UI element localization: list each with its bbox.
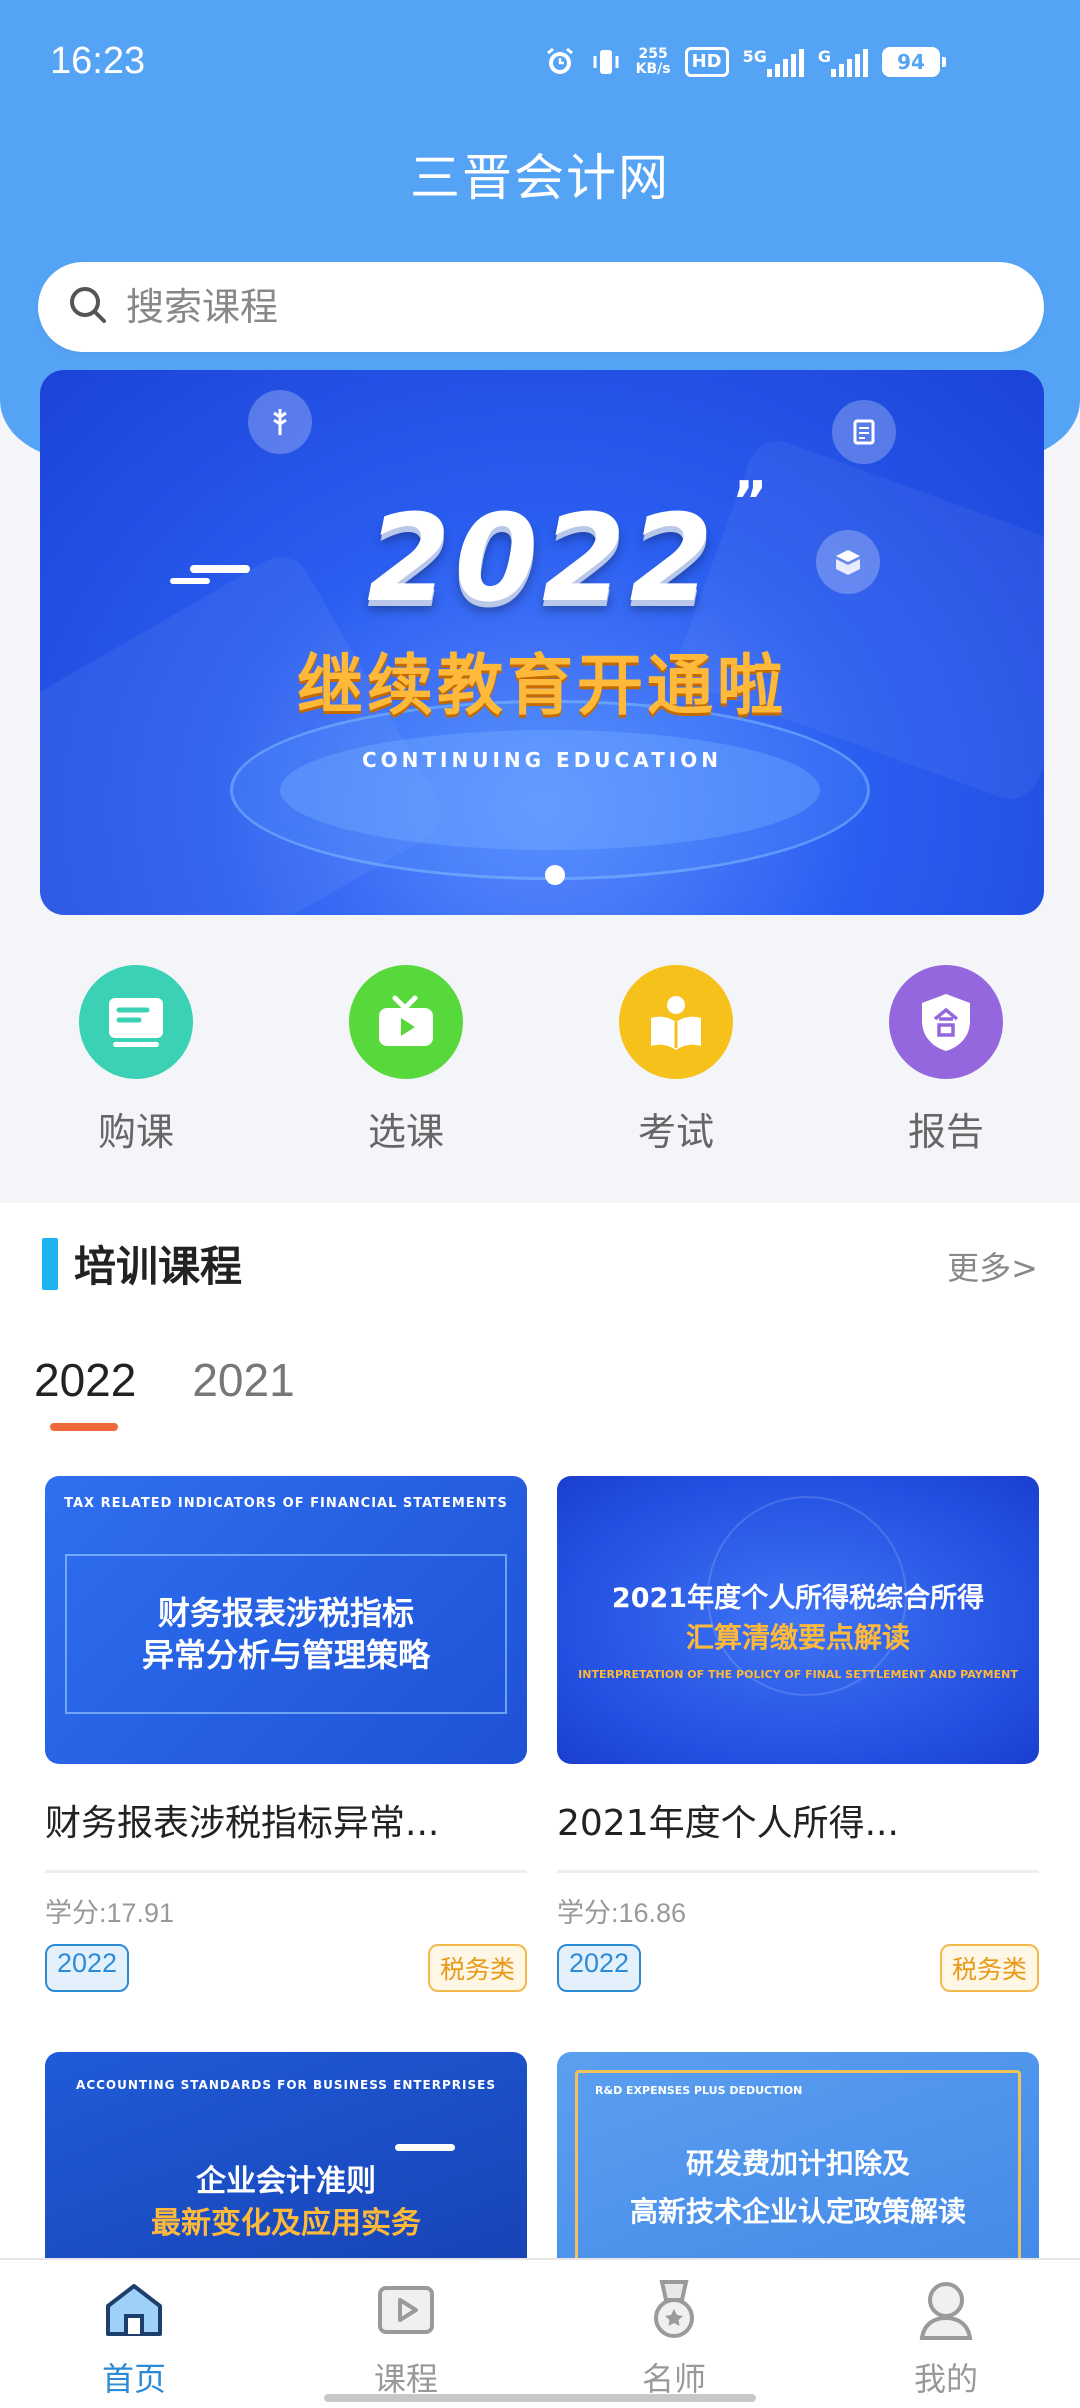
- reading-person-icon: [619, 965, 733, 1079]
- tab-teachers[interactable]: 名师: [604, 2278, 744, 2400]
- document-icon: [832, 400, 896, 464]
- category-tag: 税务类: [939, 1944, 1039, 1992]
- section-header: 培训课程: [42, 1233, 242, 1294]
- divider: [557, 1870, 1039, 1873]
- thumb-decoration: [395, 2144, 455, 2151]
- status-icons: 255 KB/s HD 5G G 94: [544, 40, 946, 84]
- banner-english: CONTINUING EDUCATION: [362, 748, 722, 772]
- course-tags: 2022 税务类: [45, 1944, 527, 1992]
- course-card[interactable]: TAX RELATED INDICATORS OF FINANCIAL STAT…: [45, 1476, 527, 1992]
- banner-year: 2022: [367, 490, 717, 629]
- section-accent-bar: [42, 1237, 58, 1290]
- banner-subtitle: 继续教育开通啦: [297, 647, 787, 724]
- thumb-heading: 异常分析与管理策略: [141, 1636, 430, 1674]
- shield-he-icon: [889, 965, 1003, 1079]
- thumb-heading: 财务报表涉税指标: [157, 1594, 414, 1632]
- quick-action-label: 购课: [97, 1110, 174, 1154]
- signal-g-icon: G: [818, 47, 868, 77]
- more-link[interactable]: 更多>: [947, 1243, 1038, 1289]
- thumb-caption: ACCOUNTING STANDARDS FOR BUSINESS ENTERP…: [76, 2078, 496, 2092]
- book-card-icon: [79, 965, 193, 1079]
- tab-year-2022[interactable]: 2022: [34, 1353, 136, 1407]
- tab-courses[interactable]: 课程: [336, 2278, 476, 2400]
- course-tags: 2022 税务类: [557, 1944, 1039, 1992]
- year-tabs: 2022 2021: [34, 1353, 295, 1407]
- user-icon: [914, 2282, 978, 2346]
- promo-banner[interactable]: 2022 ” 继续教育开通啦 CONTINUING EDUCATION: [40, 370, 1044, 915]
- thumb-caption: TAX RELATED INDICATORS OF FINANCIAL STAT…: [64, 1496, 508, 1511]
- quick-action-label: 选课: [367, 1110, 444, 1154]
- thumb-heading: 研发费加计扣除及: [685, 2147, 910, 2180]
- course-title: 2021年度个人所得...: [557, 1803, 899, 1844]
- status-bar: 16:23 255 KB/s HD 5G G 94: [0, 0, 1080, 120]
- signal-5g-icon: 5G: [743, 47, 804, 77]
- alarm-icon: [544, 46, 576, 78]
- status-time: 16:23: [50, 40, 146, 82]
- wheat-icon: [248, 390, 312, 454]
- course-thumbnail: 2021年度个人所得税综合所得 汇算清缴要点解读 INTERPRETATION …: [557, 1476, 1039, 1764]
- year-tag: 2022: [557, 1944, 642, 1992]
- quick-action-exam[interactable]: 考试: [596, 965, 756, 1156]
- search-icon: [66, 283, 110, 331]
- course-credit: 学分:16.86: [557, 1898, 687, 1928]
- carousel-indicator[interactable]: [545, 865, 565, 885]
- tv-play-icon: [349, 965, 463, 1079]
- quick-actions: 购课 选课 考试 报告: [0, 965, 1080, 1165]
- course-title: 财务报表涉税指标异常...: [45, 1803, 440, 1844]
- thumb-heading: 最新变化及应用实务: [151, 2206, 421, 2241]
- year-tag: 2022: [45, 1944, 130, 1992]
- training-section: 培训课程 更多> 2022 2021 TAX RELATED INDICATOR…: [0, 1203, 1080, 2340]
- quick-action-report[interactable]: 报告: [866, 965, 1026, 1156]
- thumb-caption: R&D EXPENSES PLUS DEDUCTION: [595, 2084, 803, 2097]
- divider: [45, 1870, 527, 1873]
- thumb-heading: 汇算清缴要点解读: [685, 1621, 910, 1654]
- course-thumbnail: TAX RELATED INDICATORS OF FINANCIAL STAT…: [45, 1476, 527, 1764]
- home-icon: [102, 2284, 166, 2346]
- bottom-tab-bar: 首页 课程 名师 我的: [0, 2258, 1080, 2408]
- battery-icon: 94: [882, 47, 946, 77]
- app-title: 三晋会计网: [410, 149, 670, 207]
- thumb-heading: 2021年度个人所得税综合所得: [611, 1583, 985, 1614]
- tab-label: 首页: [101, 2360, 166, 2398]
- net-speed: 255 KB/s: [635, 46, 671, 77]
- section-title: 培训课程: [74, 1242, 243, 1291]
- play-window-icon: [374, 2286, 438, 2346]
- quick-action-buy-course[interactable]: 购课: [56, 965, 216, 1156]
- tab-label: 我的: [913, 2360, 978, 2398]
- home-indicator[interactable]: [324, 2394, 756, 2402]
- vibrate-icon: [590, 46, 622, 78]
- medal-icon: [642, 2280, 706, 2346]
- tab-year-2021[interactable]: 2021: [192, 1353, 294, 1407]
- search-bar[interactable]: [38, 262, 1044, 352]
- tab-mine[interactable]: 我的: [876, 2278, 1016, 2400]
- search-input[interactable]: [126, 285, 986, 329]
- quick-action-select-course[interactable]: 选课: [326, 965, 486, 1156]
- quick-action-label: 考试: [637, 1110, 714, 1154]
- category-tag: 税务类: [427, 1944, 527, 1992]
- hd-icon: HD: [684, 47, 729, 77]
- tab-home[interactable]: 首页: [64, 2278, 204, 2400]
- quote-icon: ”: [732, 470, 768, 533]
- thumb-heading: 企业会计准则: [196, 2164, 376, 2199]
- thumb-caption: INTERPRETATION OF THE POLICY OF FINAL SE…: [578, 1668, 1018, 1681]
- thumb-heading: 高新技术企业认定政策解读: [629, 2195, 966, 2228]
- course-credit: 学分:17.91: [45, 1898, 175, 1928]
- quick-action-label: 报告: [907, 1110, 984, 1154]
- active-tab-indicator: [50, 1423, 118, 1431]
- course-card[interactable]: 2021年度个人所得税综合所得 汇算清缴要点解读 INTERPRETATION …: [557, 1476, 1039, 1992]
